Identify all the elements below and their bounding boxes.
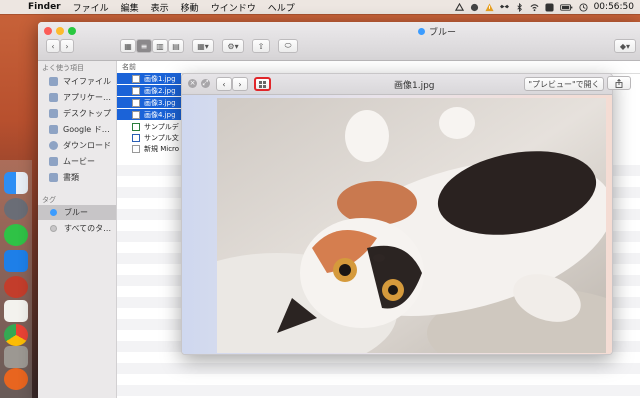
clock-icon [579,2,588,12]
all-tags-icon [50,225,57,232]
sidebar-tag-blue[interactable]: ブルー [38,205,116,220]
close-window-button[interactable] [44,27,52,35]
all-my-files-icon [49,77,58,86]
view-list-button[interactable]: ≡ [136,39,152,53]
file-row-image3[interactable]: 画像3.jpg [117,97,181,108]
warning-icon[interactable] [485,2,494,12]
sidebar-item-desktop[interactable]: デスクトップ [38,106,116,121]
action-gear-button[interactable]: ⚙▾ [222,39,244,53]
quick-look-toolbar: × ⤢ ‹ › 画像1.jpg "プレビュー"で開く [182,74,612,95]
calico-cat-photo [217,98,606,353]
group-button[interactable]: ▦▾ [192,39,214,53]
sidebar-tag-all[interactable]: すべてのタ… [38,221,116,236]
finder-dock-icon[interactable] [4,172,28,194]
sidebar-item-downloads[interactable]: ダウンロード [38,138,116,153]
word-file-icon [132,133,140,142]
file-row-image4[interactable]: 画像4.jpg [117,109,181,120]
menu-app-name[interactable]: Finder [28,2,61,12]
bluetooth-icon[interactable] [515,2,524,12]
downloads-icon [49,141,58,150]
view-icon-button[interactable]: ▦ [120,39,136,53]
menu-file[interactable]: ファイル [73,1,109,14]
dropbox-icon[interactable] [499,3,509,12]
input-source-icon[interactable] [545,2,554,12]
line-dock-icon[interactable] [4,224,28,246]
blue-tag-dot-icon [418,28,425,35]
sidebar-item-applications[interactable]: アプリケー… [38,90,116,105]
chrome-dock-icon[interactable] [4,324,28,346]
quick-look-share-button[interactable] [607,76,631,90]
desktop-icon [49,109,58,118]
google-drive-icon[interactable] [454,2,464,12]
favorites-header: よく使う項目 [42,64,84,72]
file-row-image2[interactable]: 画像2.jpg [117,85,181,96]
index-sheet-button[interactable] [254,77,271,91]
evernote-icon[interactable] [470,3,479,12]
previous-item-button[interactable]: ‹ [216,77,232,91]
tags-header: タグ [42,196,56,204]
minimize-window-button[interactable] [56,27,64,35]
menu-clock[interactable]: 00:56:50 [594,2,634,12]
view-gallery-button[interactable]: ▤ [168,39,184,53]
menu-window[interactable]: ウインドウ [211,1,256,14]
sidebar-item-documents[interactable]: 書類 [38,170,116,185]
empty-row [117,385,640,396]
firefox-dock-icon[interactable] [4,368,28,390]
sidebar-item-movies[interactable]: ムービー [38,154,116,169]
menu-edit[interactable]: 編集 [121,1,139,14]
battery-icon[interactable] [559,3,573,12]
menu-view[interactable]: 表示 [151,1,169,14]
file-row-image1[interactable]: 画像1.jpg [117,73,181,84]
dropbox-toolbar-button[interactable]: ◆▾ [614,39,636,53]
quick-look-fullscreen-button[interactable]: ⤢ [201,79,210,88]
document-file-icon [132,144,140,153]
menu-help[interactable]: ヘルプ [268,1,295,14]
window-title: ブルー [418,25,456,38]
jpg-file-icon [132,98,140,107]
applications-icon [49,93,58,102]
open-with-preview-button[interactable]: "プレビュー"で開く [524,77,604,91]
quick-look-panel: × ⤢ ‹ › 画像1.jpg "プレビュー"で開く [181,73,613,355]
folder-icon [49,125,58,134]
launchpad-dock-icon[interactable] [4,198,28,220]
dropbox-dock-icon[interactable] [4,250,28,272]
share-button[interactable]: ⇧ [252,39,270,53]
calculator-dock-icon[interactable] [4,346,28,368]
grid-icon [259,80,266,88]
sidebar-item-google-drive[interactable]: Google ド… [38,122,116,137]
wifi-icon[interactable] [530,3,539,12]
sidebar-item-my-files[interactable]: マイファイル [38,74,116,89]
edit-tags-button[interactable]: ⬭ [278,39,298,53]
dock [0,160,32,398]
jpg-file-icon [132,74,140,83]
empty-row [117,363,640,374]
jpg-file-icon [132,86,140,95]
menu-bar: Finder ファイル 編集 表示 移動 ウインドウ ヘルプ 00:56:50 [0,0,640,14]
view-column-button[interactable]: ▥ [152,39,168,53]
share-icon [615,78,623,88]
cat-photo-preview [217,98,606,353]
sidebar: よく使う項目 マイファイル アプリケー… デスクトップ Google ド… ダウ… [38,61,117,398]
quick-look-close-button[interactable]: × [188,79,197,88]
safari-dock-icon[interactable] [4,276,28,298]
back-button[interactable]: ‹ [46,39,60,53]
forward-button[interactable]: › [60,39,74,53]
quick-look-title: 画像1.jpg [394,81,435,91]
next-item-button[interactable]: › [232,77,248,91]
documents-icon [49,173,58,182]
blue-tag-icon [50,209,57,216]
window-title-text: ブルー [429,28,457,38]
excel-file-icon [132,122,140,131]
zoom-window-button[interactable] [68,27,76,35]
finder-titlebar: ブルー ‹ › ▦ ≡ ▥ ▤ ▦▾ ⚙▾ ⇧ ⬭ ◆▾ [38,22,640,61]
movies-icon [49,157,58,166]
menu-go[interactable]: 移動 [181,1,199,14]
jpg-file-icon [132,110,140,119]
textedit-dock-icon[interactable] [4,300,28,322]
